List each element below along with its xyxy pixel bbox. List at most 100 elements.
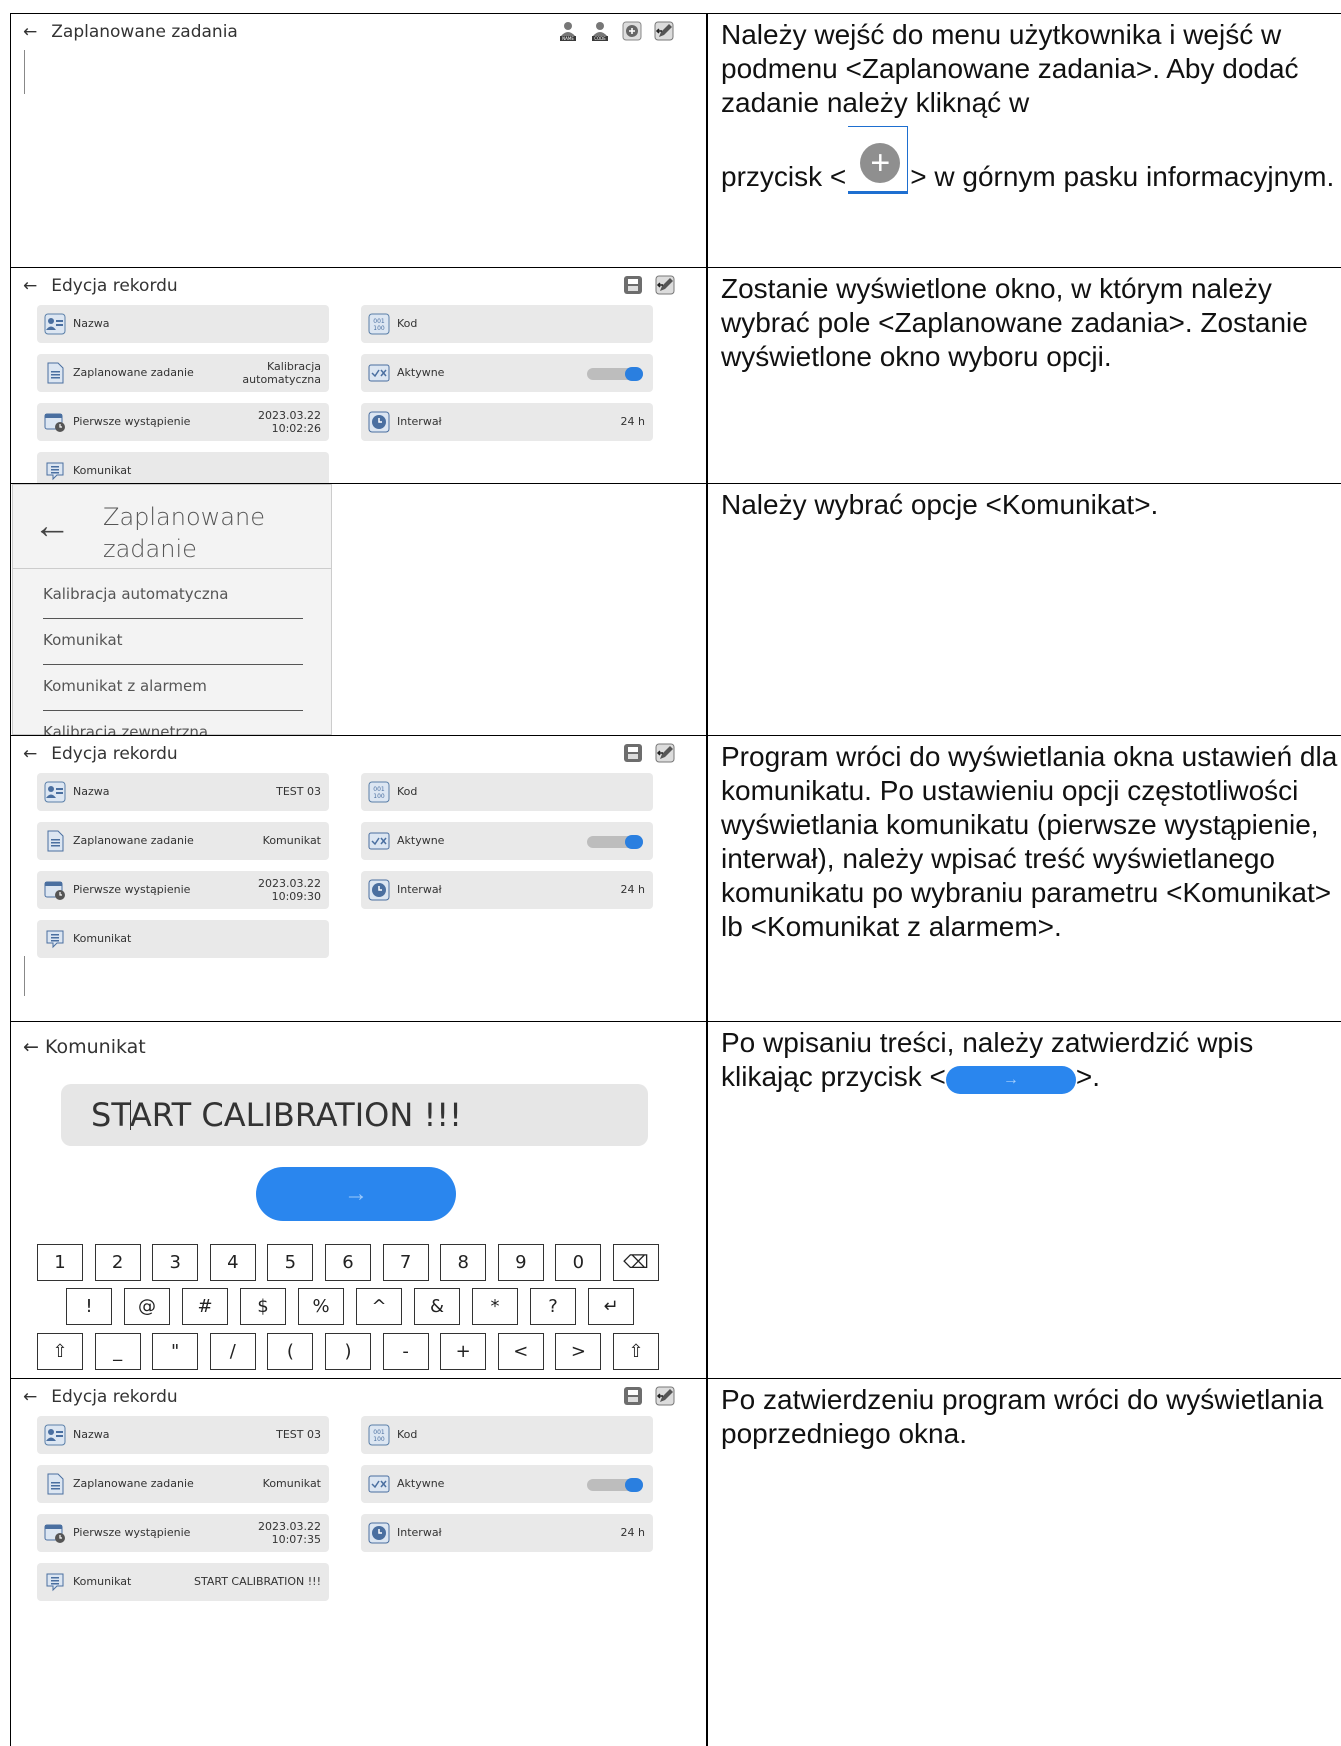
key[interactable]: ⌫ xyxy=(613,1244,659,1281)
step-row-5: ← Komunikat START CALIBRATION !!! → 1234… xyxy=(10,1022,1341,1379)
message-icon xyxy=(44,460,66,482)
key[interactable]: 2 xyxy=(94,1244,141,1281)
key[interactable]: 5 xyxy=(267,1244,314,1281)
field-scheduled-task[interactable]: Zaplanowane zadanie Komunikat xyxy=(37,1465,329,1503)
key[interactable]: 3 xyxy=(152,1244,199,1281)
field-label: Aktywne xyxy=(397,366,445,379)
menu-item[interactable]: Kalibracja zewnętrzna xyxy=(43,711,303,735)
key[interactable]: # xyxy=(182,1288,228,1325)
back-arrow-icon[interactable]: ← xyxy=(23,744,37,764)
active-toggle[interactable] xyxy=(587,1478,643,1492)
field-kod[interactable]: Kod xyxy=(361,305,653,343)
confirm-button[interactable]: → xyxy=(256,1167,456,1221)
key[interactable]: 9 xyxy=(497,1244,544,1281)
key[interactable]: ! xyxy=(66,1288,112,1325)
key[interactable]: 4 xyxy=(209,1244,256,1281)
field-active[interactable]: Aktywne xyxy=(361,822,653,860)
menu-item[interactable]: Komunikat z alarmem xyxy=(43,665,303,711)
key[interactable]: ^ xyxy=(356,1288,402,1325)
user-code-icon[interactable] xyxy=(589,20,611,42)
save-icon[interactable] xyxy=(622,1385,644,1407)
field-scheduled-task[interactable]: Zaplanowane zadanie Komunikat xyxy=(37,822,329,860)
screen-title: Zaplanowane zadania xyxy=(51,22,238,42)
export-icon[interactable] xyxy=(654,1385,676,1407)
active-toggle[interactable] xyxy=(587,367,643,381)
key[interactable]: ( xyxy=(267,1333,314,1370)
key[interactable]: @ xyxy=(124,1288,170,1325)
options-menu: ← Zaplanowane zadanie Kalibracja automaty… xyxy=(12,484,332,735)
key[interactable]: - xyxy=(382,1333,429,1370)
field-nazwa[interactable]: Nazwa xyxy=(37,305,329,343)
menu-item[interactable]: Komunikat xyxy=(43,619,303,665)
step-description: Po zatwierdzeniu program wróci do wyświe… xyxy=(721,1383,1341,1451)
back-arrow-icon[interactable]: ← xyxy=(33,505,71,548)
key[interactable]: 6 xyxy=(325,1244,371,1281)
back-arrow-icon[interactable]: ← xyxy=(23,22,37,42)
key[interactable]: 8 xyxy=(440,1244,487,1281)
key[interactable]: > xyxy=(555,1333,602,1370)
key[interactable]: & xyxy=(414,1288,460,1325)
document-icon xyxy=(44,362,66,384)
key[interactable]: < xyxy=(497,1333,544,1370)
field-message[interactable]: Komunikat xyxy=(37,452,329,483)
save-icon[interactable] xyxy=(622,742,644,764)
record-edit-screen: ← Edycja rekordu Nazwa Kod Zaplanowane za… xyxy=(11,268,706,483)
field-active[interactable]: Aktywne xyxy=(361,354,653,392)
add-circle-icon[interactable] xyxy=(621,20,643,42)
field-label: Komunikat xyxy=(73,464,132,477)
export-icon[interactable] xyxy=(654,742,676,764)
title-line: zadanie xyxy=(103,535,197,563)
key[interactable]: ↵ xyxy=(588,1288,634,1325)
field-active[interactable]: Aktywne xyxy=(361,1465,653,1503)
field-first-occurrence[interactable]: Pierwsze wystąpienie 2023.03.22 10:02:26 xyxy=(37,403,329,441)
key[interactable]: ? xyxy=(530,1288,576,1325)
field-nazwa[interactable]: Nazwa TEST 03 xyxy=(37,1416,329,1454)
description-text: Po zatwierdzeniu program wróci do wyświe… xyxy=(721,1384,1324,1449)
field-message[interactable]: Komunikat START CALIBRATION !!! xyxy=(37,1563,329,1601)
title-line: Zaplanowane xyxy=(103,503,265,531)
calendar-clock-icon xyxy=(44,1522,66,1544)
key[interactable]: ) xyxy=(325,1333,371,1370)
field-label: Interwał xyxy=(397,1526,442,1539)
field-interval[interactable]: Interwał 24 h xyxy=(361,1514,653,1552)
field-scheduled-task[interactable]: Zaplanowane zadanie Kalibracja automatyczn… xyxy=(37,354,329,392)
key[interactable]: ⇧ xyxy=(37,1333,83,1370)
key[interactable]: _ xyxy=(94,1333,141,1370)
key[interactable]: 0 xyxy=(555,1244,602,1281)
back-arrow-icon[interactable]: ← xyxy=(23,1387,37,1407)
export-icon[interactable] xyxy=(654,274,676,296)
key[interactable]: $ xyxy=(240,1288,286,1325)
key[interactable]: % xyxy=(298,1288,344,1325)
message-input[interactable]: START CALIBRATION !!! xyxy=(61,1084,648,1146)
field-nazwa[interactable]: Nazwa TEST 03 xyxy=(37,773,329,811)
field-label: Kod xyxy=(397,317,418,330)
key[interactable]: / xyxy=(209,1333,256,1370)
clock-icon xyxy=(368,879,390,901)
key[interactable]: + xyxy=(440,1333,487,1370)
field-interval[interactable]: Interwał 24 h xyxy=(361,403,653,441)
key[interactable]: 1 xyxy=(37,1244,83,1281)
key[interactable]: * xyxy=(472,1288,518,1325)
message-keyboard-screen: ← Komunikat START CALIBRATION !!! → 1234… xyxy=(11,1022,706,1378)
value-line: automatyczna xyxy=(242,373,321,386)
user-name-icon[interactable] xyxy=(557,20,579,42)
field-kod[interactable]: Kod xyxy=(361,1416,653,1454)
export-icon[interactable] xyxy=(653,20,675,42)
field-first-occurrence[interactable]: Pierwsze wystąpienie 2023.03.22 10:07:35 xyxy=(37,1514,329,1552)
key[interactable]: ⇧ xyxy=(613,1333,659,1370)
active-toggle[interactable] xyxy=(587,835,643,849)
field-interval[interactable]: Interwał 24 h xyxy=(361,871,653,909)
back-arrow-icon[interactable]: ← xyxy=(23,1036,45,1058)
key[interactable]: 7 xyxy=(382,1244,429,1281)
back-arrow-icon[interactable]: ← xyxy=(23,276,37,296)
field-kod[interactable]: Kod xyxy=(361,773,653,811)
value-line: 10:09:30 xyxy=(271,890,321,903)
field-first-occurrence[interactable]: Pierwsze wystąpienie 2023.03.22 10:09:30 xyxy=(37,871,329,909)
save-icon[interactable] xyxy=(622,274,644,296)
field-message[interactable]: Komunikat xyxy=(37,920,329,958)
screen-header: ← Edycja rekordu xyxy=(23,744,178,764)
menu-item[interactable]: Kalibracja automatyczna xyxy=(43,573,303,619)
key[interactable]: " xyxy=(152,1333,199,1370)
screen-title: Edycja rekordu xyxy=(51,1387,178,1407)
screen-header: ← Edycja rekordu xyxy=(23,1387,178,1407)
